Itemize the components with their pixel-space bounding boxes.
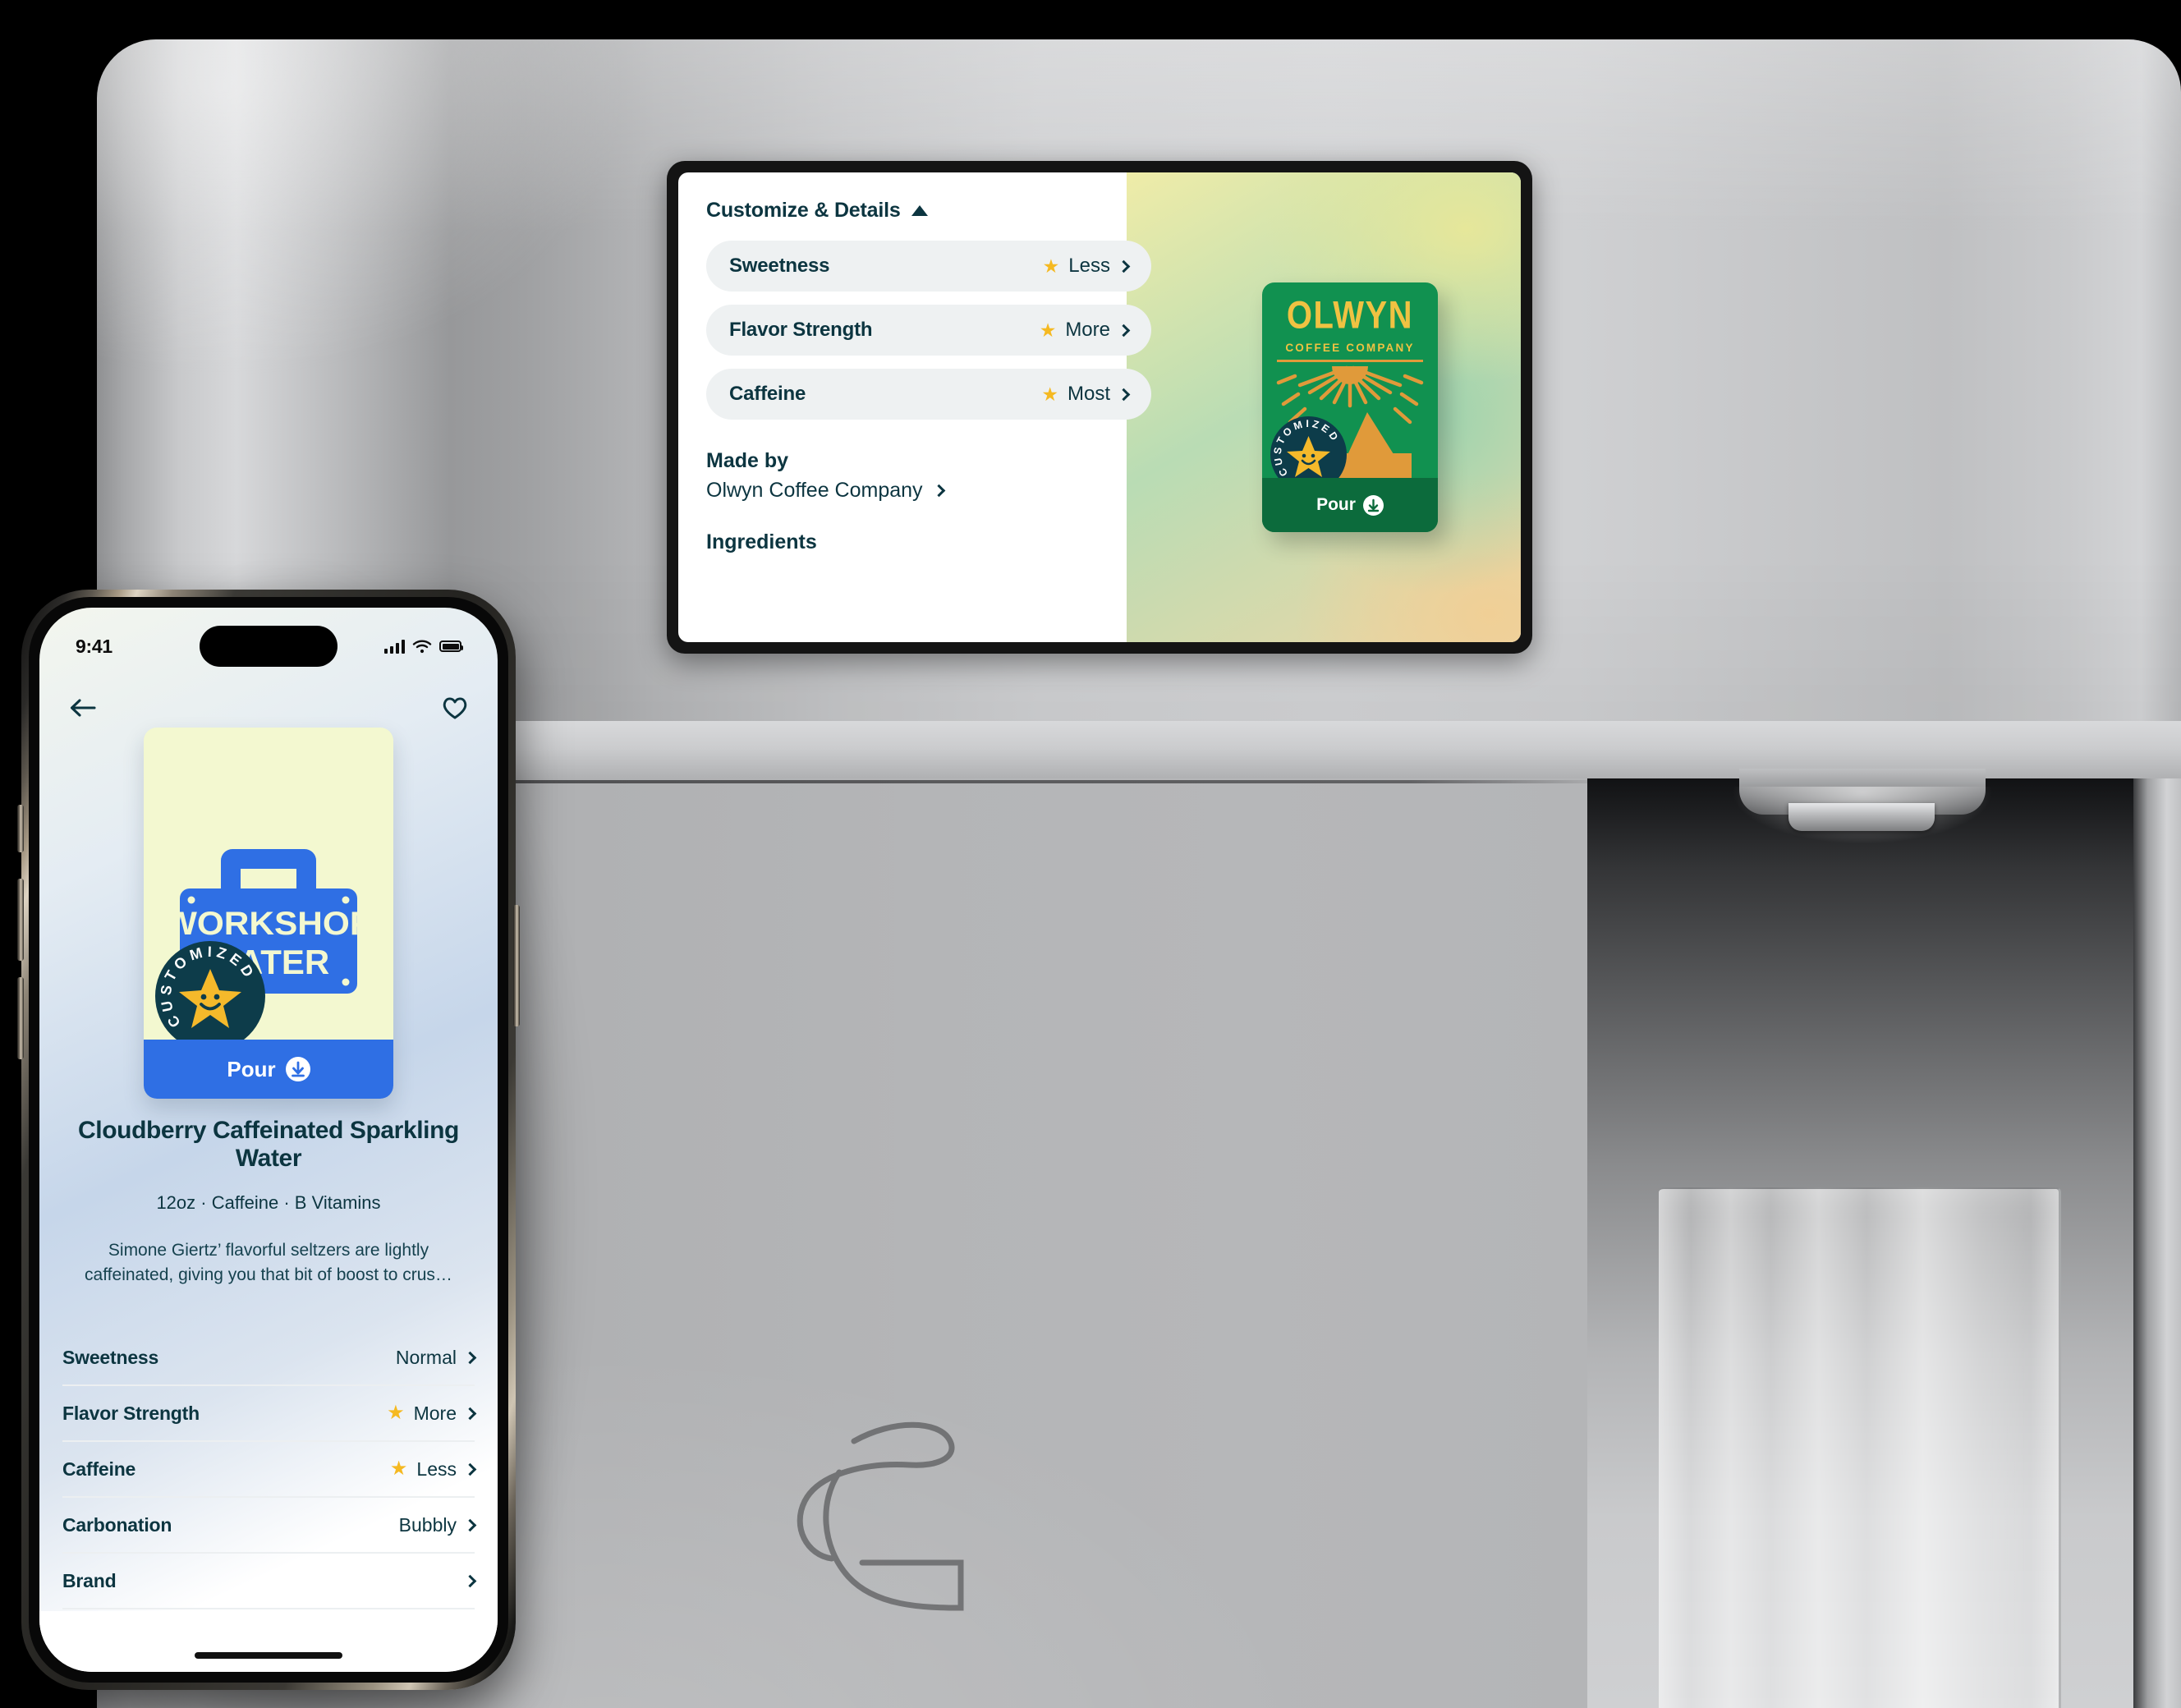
- back-button[interactable]: [69, 696, 97, 719]
- olwyn-product-card[interactable]: OLWYN COFFEE COMPANY CUSTOMIZED Pour: [1262, 282, 1438, 532]
- status-indicators: [384, 639, 463, 654]
- kiosk-option-value: Less: [1068, 255, 1110, 277]
- alcove-right-wall: [2133, 778, 2181, 1708]
- kiosk-option-value: Most: [1067, 383, 1110, 405]
- signal-bars-icon: [384, 639, 405, 654]
- chevron-right-icon: [463, 1518, 477, 1531]
- attribute-label: Sweetness: [62, 1346, 159, 1368]
- attribute-row-sweetness[interactable]: Sweetness Normal: [62, 1330, 477, 1386]
- kiosk-option-label: Flavor Strength: [729, 319, 873, 341]
- olwyn-brand-title: OLWYN: [1286, 293, 1414, 337]
- product-title: Cloudberry Caffeinated Sparkling Water: [78, 1117, 459, 1173]
- customize-details-title: Customize & Details: [706, 199, 901, 222]
- customize-details-header[interactable]: Customize & Details: [706, 199, 1151, 223]
- chevron-right-icon: [1117, 388, 1131, 401]
- kiosk-option-label: Sweetness: [729, 255, 830, 277]
- customized-badge: CUSTOMIZED: [155, 941, 265, 1051]
- battery-icon: [439, 640, 463, 652]
- c-monogram-logo: [770, 1403, 992, 1624]
- attribute-row-caffeine[interactable]: Caffeine ★ Less: [62, 1442, 477, 1498]
- phone-product-card-wrap: WORKSHOP WATER CUSTOMIZED Pour: [39, 728, 498, 1099]
- attribute-value-group: ★ More: [387, 1402, 477, 1425]
- kiosk-option-value-group: ★ Less: [1042, 255, 1131, 278]
- phone-action-button[interactable]: [17, 805, 24, 852]
- dispenser-nozzle: [1788, 803, 1935, 831]
- kiosk-screen-surface: Customize & Details Sweetness ★ Less Fla…: [678, 172, 1521, 642]
- phone-volume-down-button[interactable]: [17, 977, 24, 1059]
- download-arrow-icon: [1362, 494, 1384, 516]
- smartphone-mockup: 9:41 WORKSHOP WATER CUSTOMIZED Pour Clou…: [3, 575, 578, 1708]
- kiosk-pour-label: Pour: [1316, 495, 1356, 514]
- wifi-icon: [412, 640, 432, 654]
- star-icon: ★: [387, 1402, 405, 1424]
- home-indicator[interactable]: [195, 1652, 342, 1659]
- attribute-label: Caffeine: [62, 1458, 136, 1480]
- phone-power-button[interactable]: [513, 905, 520, 1026]
- kiosk-option-value-group: ★ Most: [1041, 383, 1131, 406]
- chevron-right-icon: [1117, 259, 1131, 273]
- attribute-label: Carbonation: [62, 1513, 172, 1536]
- attribute-value: Normal: [395, 1346, 457, 1368]
- phone-nav-bar: [39, 683, 498, 732]
- kiosk-product-card-area: OLWYN COFFEE COMPANY CUSTOMIZED Pour: [1179, 172, 1521, 642]
- kiosk-pour-button[interactable]: Pour: [1262, 478, 1438, 532]
- attribute-value-group: ★ Less: [389, 1458, 477, 1481]
- attribute-value: Bubbly: [398, 1513, 457, 1536]
- chevron-right-icon: [463, 1407, 477, 1420]
- kiosk-option-value-group: ★ More: [1039, 319, 1131, 342]
- kiosk-details-panel: Customize & Details Sweetness ★ Less Fla…: [678, 172, 1179, 642]
- star-icon: ★: [389, 1458, 408, 1480]
- drinking-glass: [1659, 1187, 2061, 1708]
- chevron-right-icon: [463, 1574, 477, 1587]
- phone-volume-up-button[interactable]: [17, 879, 24, 961]
- workshop-word: WORKSHOP: [164, 905, 373, 942]
- made-by-link[interactable]: Olwyn Coffee Company: [706, 479, 1151, 503]
- phone-frame: 9:41 WORKSHOP WATER CUSTOMIZED Pour Clou…: [17, 590, 520, 1690]
- chevron-right-icon: [463, 1462, 477, 1476]
- chevron-right-icon: [1117, 324, 1131, 337]
- arrow-left-icon: [70, 699, 96, 717]
- product-description: Simone Giertz’ flavorful seltzers are li…: [85, 1241, 452, 1284]
- heart-outline-icon: [443, 697, 467, 719]
- chevron-right-icon: [932, 484, 945, 498]
- product-meta: 12oz · Caffeine · B Vitamins: [156, 1192, 381, 1213]
- kiosk-option-sweetness[interactable]: Sweetness ★ Less: [706, 241, 1151, 292]
- phone-screen: 9:41 WORKSHOP WATER CUSTOMIZED Pour Clou…: [39, 608, 498, 1672]
- attribute-row-flavor-strength[interactable]: Flavor Strength ★ More: [62, 1386, 477, 1442]
- attribute-row-carbonation[interactable]: Carbonation Bubbly: [62, 1498, 477, 1554]
- made-by-heading: Made by: [706, 449, 789, 472]
- chevron-right-icon: [463, 1351, 477, 1364]
- product-attribute-list: Sweetness Normal Flavor Strength ★ More: [62, 1330, 477, 1609]
- star-icon: ★: [1041, 383, 1058, 405]
- kiosk-option-flavor-strength[interactable]: Flavor Strength ★ More: [706, 305, 1151, 356]
- attribute-label: Brand: [62, 1569, 117, 1591]
- kiosk-option-label: Caffeine: [729, 383, 806, 405]
- favorite-button[interactable]: [442, 696, 468, 720]
- screen-bottom-mask: [39, 1611, 498, 1672]
- kiosk-touchscreen[interactable]: Customize & Details Sweetness ★ Less Fla…: [667, 161, 1532, 654]
- status-time: 9:41: [76, 635, 112, 657]
- star-icon: ★: [1039, 319, 1057, 341]
- attribute-value: Less: [416, 1458, 457, 1480]
- attribute-value: More: [413, 1402, 457, 1424]
- phone-product-card[interactable]: WORKSHOP WATER CUSTOMIZED Pour: [144, 728, 393, 1099]
- download-arrow-icon: [285, 1057, 310, 1081]
- smiling-star-icon: CUSTOMIZED: [158, 944, 255, 1031]
- phone-pour-label: Pour: [227, 1056, 276, 1081]
- attribute-row-brand[interactable]: Brand: [62, 1554, 477, 1609]
- made-by-brand-name: Olwyn Coffee Company: [706, 479, 923, 502]
- attribute-value-group: Bubbly: [398, 1513, 477, 1536]
- triangle-up-icon[interactable]: [911, 205, 928, 216]
- ingredients-heading[interactable]: Ingredients: [706, 530, 1151, 554]
- attribute-value-group: Normal: [395, 1346, 477, 1369]
- phone-pour-button[interactable]: Pour: [144, 1040, 393, 1099]
- kiosk-option-value: More: [1065, 319, 1110, 341]
- dynamic-island: [200, 626, 337, 667]
- olwyn-brand-subtitle: COFFEE COMPANY: [1285, 342, 1415, 354]
- kiosk-option-caffeine[interactable]: Caffeine ★ Most: [706, 369, 1151, 420]
- attribute-label: Flavor Strength: [62, 1402, 200, 1424]
- star-icon: ★: [1042, 255, 1060, 277]
- attribute-value-group: [457, 1574, 477, 1587]
